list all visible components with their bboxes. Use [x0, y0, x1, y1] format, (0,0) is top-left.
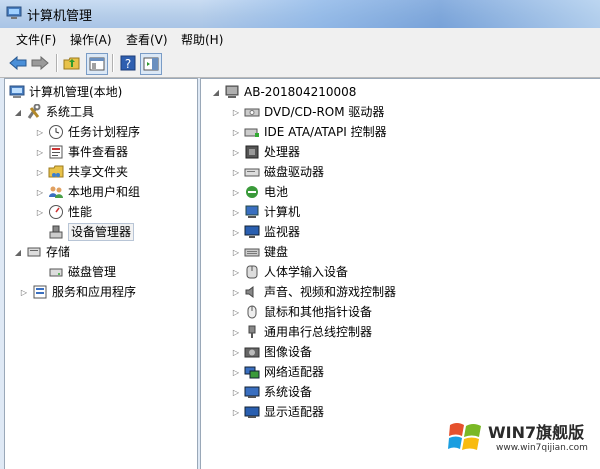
- tree-item-computer-management[interactable]: 计算机管理(本地): [9, 83, 122, 101]
- device-category-computer[interactable]: ▷ 计算机: [231, 203, 300, 221]
- menu-action[interactable]: 操作(A): [70, 31, 112, 48]
- device-category-monitors[interactable]: ▷ 监视器: [231, 223, 300, 241]
- hid-icon: [244, 264, 260, 280]
- device-category-hid[interactable]: ▷ 人体学输入设备: [231, 263, 348, 281]
- device-category-ide[interactable]: ▷ IDE ATA/ATAPI 控制器: [231, 123, 387, 141]
- tree-item-task-scheduler[interactable]: ▷ 任务计划程序: [35, 123, 140, 141]
- title-bar: 计算机管理: [0, 0, 600, 28]
- monitor-icon: [244, 224, 260, 240]
- tree-item-system-tools[interactable]: ◢ 系统工具: [13, 103, 94, 121]
- performance-icon: [48, 204, 64, 220]
- disk-management-icon: [48, 264, 64, 280]
- tools-icon: [26, 104, 42, 120]
- navigation-tree: 计算机管理(本地) ◢ 系统工具 ▷ 任务计划程序 ▷ 事件查看器 ▷ 共享文件…: [4, 78, 198, 469]
- disk-drive-icon: [244, 164, 260, 180]
- services-icon: [32, 284, 48, 300]
- device-category-keyboards[interactable]: ▷ 键盘: [231, 243, 288, 261]
- device-category-imaging[interactable]: ▷ 图像设备: [231, 343, 312, 361]
- device-category-disk-drives[interactable]: ▷ 磁盘驱动器: [231, 163, 324, 181]
- device-category-display[interactable]: ▷ 显示适配器: [231, 403, 324, 421]
- computer-icon: [244, 204, 260, 220]
- tree-item-services-applications[interactable]: ▷ 服务和应用程序: [19, 283, 136, 301]
- help-icon[interactable]: ?: [118, 53, 138, 73]
- device-manager-icon: [48, 224, 64, 240]
- processor-icon: [244, 144, 260, 160]
- collapsed-arrow-icon[interactable]: ▷: [35, 187, 45, 197]
- device-category-sound[interactable]: ▷ 声音、视频和游戏控制器: [231, 283, 396, 301]
- expanded-arrow-icon[interactable]: ◢: [13, 247, 23, 257]
- network-adapter-icon: [244, 364, 260, 380]
- menu-view[interactable]: 查看(V): [126, 31, 168, 48]
- users-icon: [48, 184, 64, 200]
- back-icon[interactable]: [8, 53, 28, 73]
- collapsed-arrow-icon[interactable]: ▷: [35, 147, 45, 157]
- toolbar: ?: [0, 49, 600, 78]
- forward-icon[interactable]: [30, 53, 50, 73]
- up-folder-icon[interactable]: [62, 53, 82, 73]
- window-title: 计算机管理: [27, 9, 93, 24]
- mouse-icon: [244, 304, 260, 320]
- collapsed-arrow-icon[interactable]: ▷: [19, 287, 29, 297]
- svg-text:?: ?: [125, 57, 131, 71]
- tree-item-device-manager[interactable]: 设备管理器: [48, 223, 135, 241]
- device-category-processor[interactable]: ▷ 处理器: [231, 143, 300, 161]
- battery-icon: [244, 184, 260, 200]
- keyboard-icon: [244, 244, 260, 260]
- menu-file[interactable]: 文件(F): [16, 31, 56, 48]
- computer-management-icon: [6, 6, 22, 20]
- menu-help[interactable]: 帮助(H): [181, 31, 223, 48]
- device-category-battery[interactable]: ▷ 电池: [231, 183, 288, 201]
- computer-icon: [224, 84, 240, 100]
- collapsed-arrow-icon[interactable]: ▷: [35, 127, 45, 137]
- action-pane-icon[interactable]: [140, 53, 162, 75]
- device-category-mice[interactable]: ▷ 鼠标和其他指针设备: [231, 303, 372, 321]
- event-viewer-icon: [48, 144, 64, 160]
- device-category-usb[interactable]: ▷ 通用串行总线控制器: [231, 323, 372, 341]
- ide-controller-icon: [244, 124, 260, 140]
- tree-item-shared-folders[interactable]: ▷ 共享文件夹: [35, 163, 128, 181]
- expanded-arrow-icon[interactable]: ◢: [211, 87, 221, 97]
- device-list-pane: ◢ AB-201804210008 ▷ DVD/CD-ROM 驱动器 ▷ IDE…: [200, 78, 600, 469]
- expanded-arrow-icon[interactable]: ◢: [13, 107, 23, 117]
- computer-management-icon: [9, 84, 25, 100]
- watermark: WIN7旗舰版 www.win7qijian.com: [448, 413, 593, 463]
- device-category-network[interactable]: ▷ 网络适配器: [231, 363, 324, 381]
- camera-icon: [244, 344, 260, 360]
- device-category-dvd[interactable]: ▷ DVD/CD-ROM 驱动器: [231, 103, 385, 121]
- clock-icon: [48, 124, 64, 140]
- storage-icon: [26, 244, 42, 260]
- menu-bar: 文件(F) 操作(A) 查看(V) 帮助(H): [0, 28, 600, 50]
- collapsed-arrow-icon[interactable]: ▷: [35, 207, 45, 217]
- dvd-drive-icon: [244, 104, 260, 120]
- speaker-icon: [244, 284, 260, 300]
- tree-item-storage[interactable]: ◢ 存储: [13, 243, 70, 261]
- shared-folder-icon: [48, 164, 64, 180]
- show-hide-tree-icon[interactable]: [86, 53, 108, 75]
- usb-icon: [244, 324, 260, 340]
- tree-item-local-users-groups[interactable]: ▷ 本地用户和组: [35, 183, 140, 201]
- tree-item-disk-management[interactable]: 磁盘管理: [48, 263, 116, 281]
- system-device-icon: [244, 384, 260, 400]
- tree-item-performance[interactable]: ▷ 性能: [35, 203, 92, 221]
- display-adapter-icon: [244, 404, 260, 420]
- collapsed-arrow-icon[interactable]: ▷: [35, 167, 45, 177]
- tree-item-event-viewer[interactable]: ▷ 事件查看器: [35, 143, 128, 161]
- windows-logo-icon: [448, 423, 481, 450]
- device-category-system[interactable]: ▷ 系统设备: [231, 383, 312, 401]
- device-root-computer[interactable]: ◢ AB-201804210008: [211, 83, 356, 101]
